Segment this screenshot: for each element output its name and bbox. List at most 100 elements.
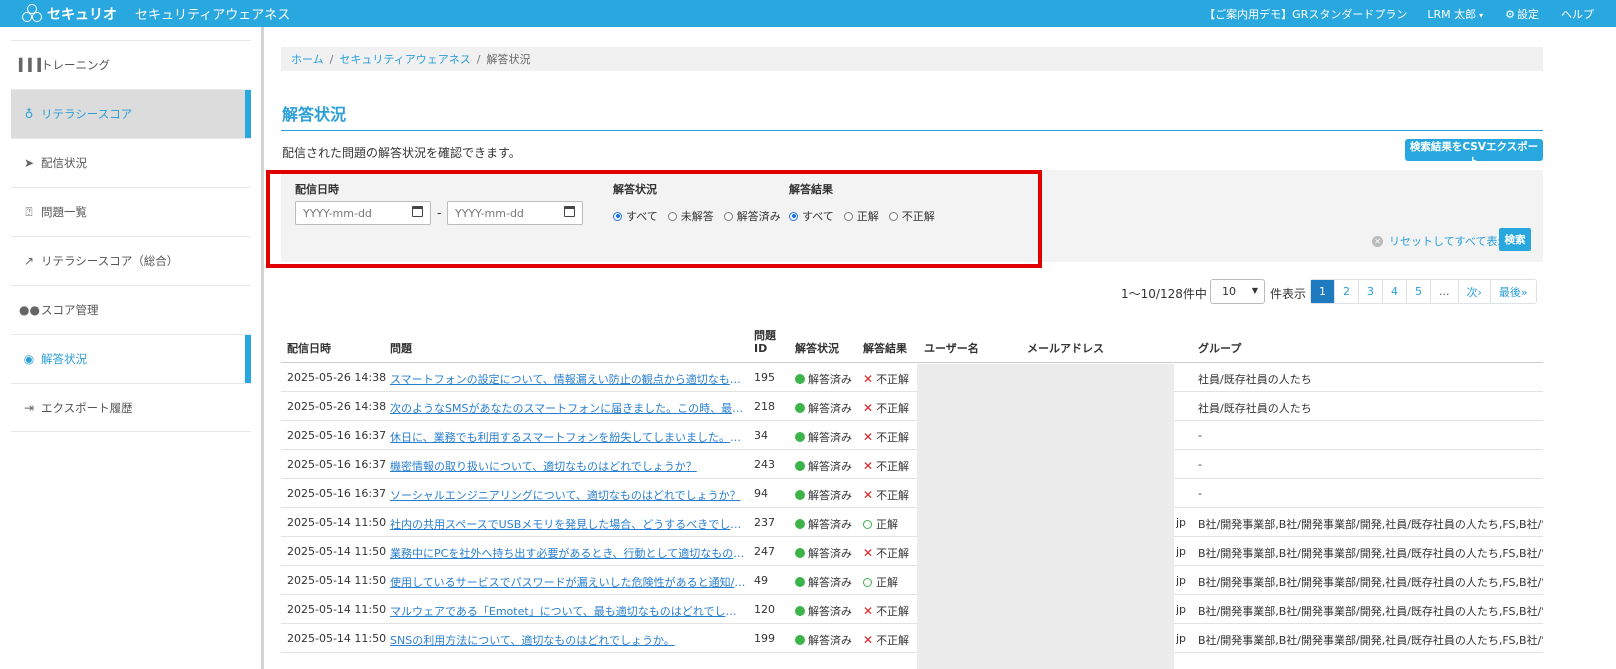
result-option-all[interactable]: すべて [789,208,834,224]
row-status: 解答済み [795,371,852,387]
sidebar-item-delivery-status[interactable]: ➤ 配信状況 [11,138,251,187]
status-option-all[interactable]: すべて [613,208,658,224]
row-date: 2025-05-14 11:50 [287,516,387,529]
per-page-select[interactable]: 10 ▼ [1210,279,1265,304]
date-from-input[interactable]: YYYY-mm-dd [295,201,431,225]
breadcrumb-section[interactable]: セキュリティアウェアネス [339,51,470,67]
row-result-label: 正解 [876,518,898,531]
sidebar-item-training[interactable]: ▍▍▍ トレーニング [11,40,251,89]
row-result: ✕ 不正解 [863,458,909,474]
radio-label: すべて [802,210,834,223]
row-question-link[interactable]: 使用しているサービスでパスワードが漏えいした危険性があると通知/メールが… [390,574,746,590]
csv-export-button[interactable]: 検索結果をCSVエクスポート [1405,139,1543,168]
row-email-suffix: jp [1176,632,1187,645]
close-circle-icon: ✕ [1372,235,1383,247]
row-status-label: 解答済み [808,576,852,589]
incorrect-x-icon: ✕ [863,430,874,444]
row-status-label: 解答済み [808,460,852,473]
row-result: ✕ 不正解 [863,632,909,648]
sidebar-item-label: 配信状況 [41,156,87,170]
status-option-answered[interactable]: 解答済み [723,208,781,224]
top-bar: セキュリオ セキュリティアウェアネス 【ご案内用デモ】GRスタンダードプラン L… [0,0,1616,27]
row-result-label: 不正解 [876,460,910,473]
sidebar-item-answer-status[interactable]: ◉ 解答状況 [11,334,251,383]
sidebar-item-literacy-score[interactable]: ♁ リテラシースコア [11,89,251,138]
sidebar-item-literacy-score-total[interactable]: ↗ リテラシースコア（総合） [11,236,251,285]
date-to-input[interactable]: YYYY-mm-dd [447,201,583,225]
sidebar-item-question-list[interactable]: ⍰ 問題一覧 [11,187,251,236]
row-question-link[interactable]: SNSの利用方法について、適切なものはどれでしょうか。 [390,632,746,648]
help-link[interactable]: ヘルプ [1561,6,1594,22]
row-question-link[interactable]: ソーシャルエンジニアリングについて、適切なものはどれでしょうか？ [390,487,746,503]
row-result: 正解 [863,516,898,532]
title-divider [281,130,1543,131]
page-1[interactable]: 1 [1311,280,1335,303]
row-status-label: 解答済み [808,402,852,415]
page-2[interactable]: 2 [1335,280,1359,303]
row-result-label: 不正解 [876,373,910,386]
sidebar-item-score-management[interactable]: ●● スコア管理 [11,285,251,334]
page-last[interactable]: 最後» [1490,280,1536,303]
row-question-link[interactable]: マルウェアである「Emotet」について、最も適切なものはどれでしょうか… [390,603,746,619]
calendar-icon[interactable] [564,206,575,217]
row-question-link[interactable]: 社内の共用スペースでUSBメモリを発見した場合、どうするべきでしょうか？ [390,516,746,532]
sidebar-item-export-history[interactable]: ⇥ エクスポート履歴 [11,383,251,432]
row-status-label: 解答済み [808,634,852,647]
table-row: 2025-05-26 14:38 次のようなSMSがあなたのスマートフォンに届きま… [281,392,1543,421]
search-button[interactable]: 検索 [1499,228,1531,251]
table-row: 2025-05-26 14:38 スマートフォンの設定について、情報漏えい防止の観… [281,363,1543,392]
brand[interactable]: セキュリオ セキュリティアウェアネス [22,3,291,24]
breadcrumb-separator: / [476,52,481,66]
incorrect-x-icon: ✕ [863,604,874,618]
result-option-incorrect[interactable]: 不正解 [888,208,935,224]
row-group: B社/開発事業部,B社/開発事業部/開発,社員/既存社員の人たち,FS,B社/営… [1198,605,1543,618]
row-question-link[interactable]: 業務中にPCを社外へ持ち出す必要があるとき、行動として適切なものはどれで… [390,545,746,561]
user-menu[interactable]: LRM 太郎 ▾ [1427,6,1483,22]
page-4[interactable]: 4 [1383,280,1407,303]
row-question-id: 243 [754,458,775,471]
col-username: ユーザー名 [924,342,979,355]
row-status: 解答済み [795,458,852,474]
page-3[interactable]: 3 [1359,280,1383,303]
radio-label: 未解答 [680,210,714,223]
sidebar-item-label: リテラシースコア [41,107,133,121]
radio-checked-icon [789,211,798,221]
row-question-link[interactable]: スマートフォンの設定について、情報漏えい防止の観点から適切なものはどれで… [390,371,746,387]
correct-circle-icon [863,578,872,587]
breadcrumb-home[interactable]: ホーム [291,51,324,67]
row-question-link[interactable]: 休日に、業務でも利用するスマートフォンを紛失してしまいました。そのときの… [390,429,746,445]
row-status-label: 解答済み [808,547,852,560]
page-5[interactable]: 5 [1407,280,1431,303]
row-question-id: 247 [754,545,775,558]
settings-link[interactable]: ⚙ 設定 [1505,6,1539,22]
row-result: ✕ 不正解 [863,603,909,619]
row-question-link[interactable]: 次のようなSMSがあなたのスマートフォンに届きました。この時、最も安全な… [390,400,746,416]
radio-unchecked-icon [667,211,677,221]
row-date: 2025-05-14 11:50 [287,574,387,587]
result-option-correct[interactable]: 正解 [843,208,879,224]
reset-filter-link[interactable]: ✕ リセットしてすべて表示 [1372,233,1508,249]
radio-label: 正解 [856,210,879,223]
col-group: グループ [1198,342,1242,355]
app-title: セキュリティアウェアネス [135,8,291,23]
date-to-placeholder: YYYY-mm-dd [455,206,524,220]
row-result-label: 正解 [876,576,898,589]
sidebar-item-label: トレーニング [41,58,110,72]
row-group: 社員/既存社員の人たち [1198,402,1312,415]
sidebar: ▍▍▍ トレーニング ♁ リテラシースコア ➤ 配信状況 ⍰ 問題一覧 ↗ リテ… [0,27,264,669]
radio-checked-icon [613,211,622,221]
table-row: 2025-05-14 11:50 使用しているサービスでパスワードが漏えいした危険… [281,566,1543,595]
sidebar-item-label: エクスポート履歴 [41,400,133,415]
sidebar-item-label: リテラシースコア（総合） [41,254,179,268]
row-status-label: 解答済み [808,431,852,444]
sidebar-item-label: 解答状況 [41,352,87,366]
row-group: B社/開発事業部,B社/開発事業部/開発,社員/既存社員の人たち,FS,B社/営… [1198,547,1543,560]
page-next[interactable]: 次› [1458,280,1491,303]
row-result-label: 不正解 [876,605,910,618]
status-option-unanswered[interactable]: 未解答 [667,208,714,224]
row-question-link[interactable]: 機密情報の取り扱いについて、適切なものはどれでしょうか？ [390,458,746,474]
page-description: 配信された問題の解答状況を確認できます。 [282,146,521,160]
main-content: ホーム / セキュリティアウェアネス / 解答状況 解答状況 配信された問題の解… [267,27,1616,669]
calendar-icon[interactable] [412,206,423,217]
status-dot-icon [795,374,805,384]
